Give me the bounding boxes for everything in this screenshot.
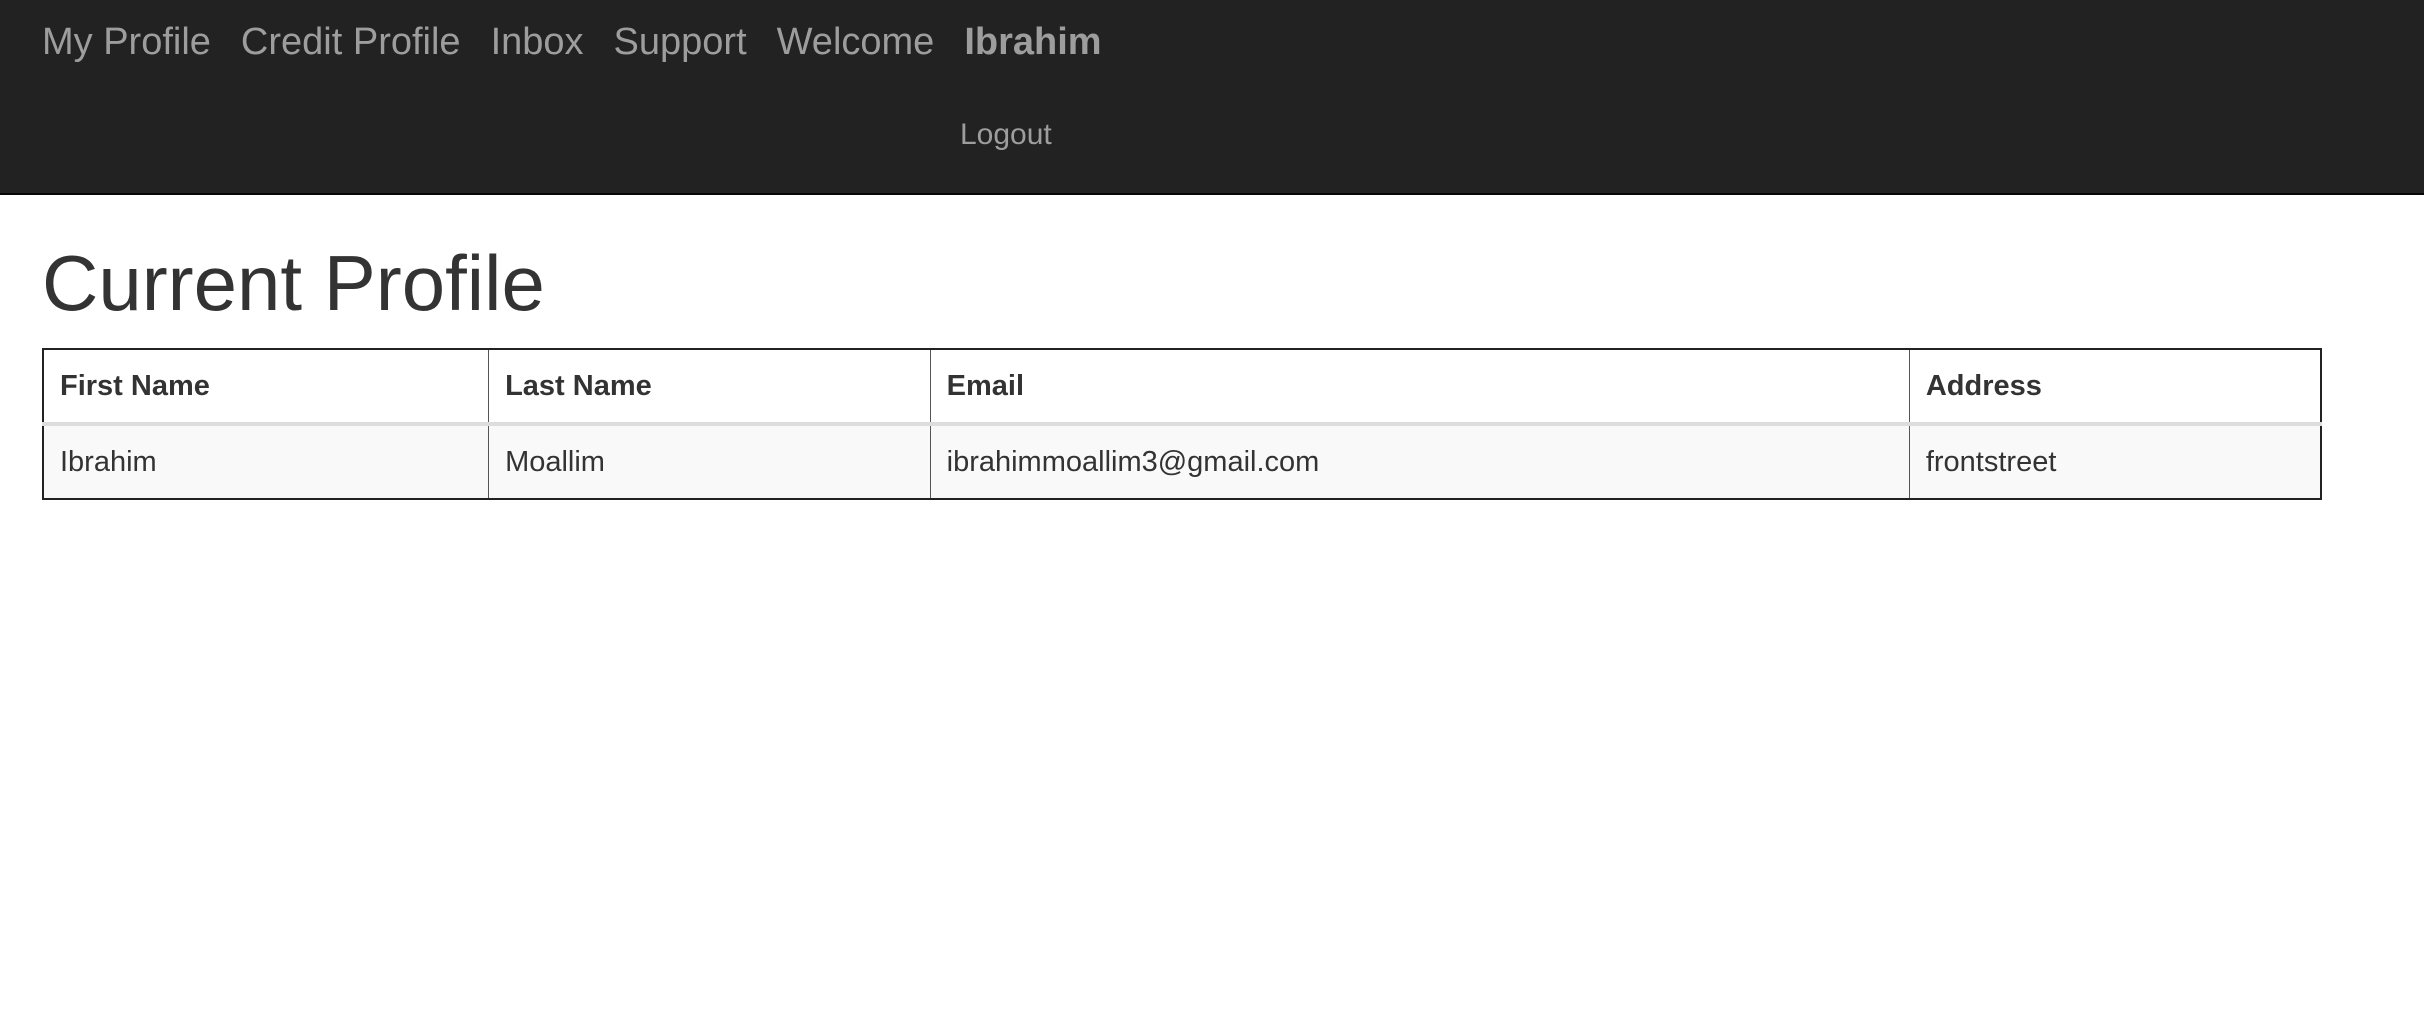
nav-link-credit-profile[interactable]: Credit Profile (241, 21, 461, 64)
nav-link-my-profile[interactable]: My Profile (42, 21, 211, 64)
cell-email: ibrahimmoallim3@gmail.com (929, 424, 1910, 499)
page-title: Current Profile (42, 239, 545, 327)
column-header-address: Address (1908, 349, 2321, 426)
nav-link-support[interactable]: Support (614, 21, 747, 64)
column-header-last-name: Last Name (488, 349, 931, 426)
column-header-first-name: First Name (43, 349, 489, 426)
top-navbar: My Profile Credit Profile Inbox Support … (0, 0, 2424, 195)
logout-link[interactable]: Logout (960, 118, 1052, 152)
cell-first-name: Ibrahim (43, 424, 489, 499)
cell-address: frontstreet (1908, 424, 2321, 499)
nav-link-inbox[interactable]: Inbox (491, 21, 584, 64)
profile-table: First Name Last Name Email Address Ibrah… (42, 348, 2322, 500)
user-name: Ibrahim (964, 21, 1102, 63)
nav-links: My Profile Credit Profile Inbox Support … (42, 0, 1102, 85)
welcome-text: Welcome (776, 21, 935, 63)
table-row: Ibrahim Moallim ibrahimmoallim3@gmail.co… (43, 424, 2321, 499)
cell-last-name: Moallim (488, 424, 931, 499)
table-header-row: First Name Last Name Email Address (43, 349, 2321, 426)
column-header-email: Email (929, 349, 1910, 426)
